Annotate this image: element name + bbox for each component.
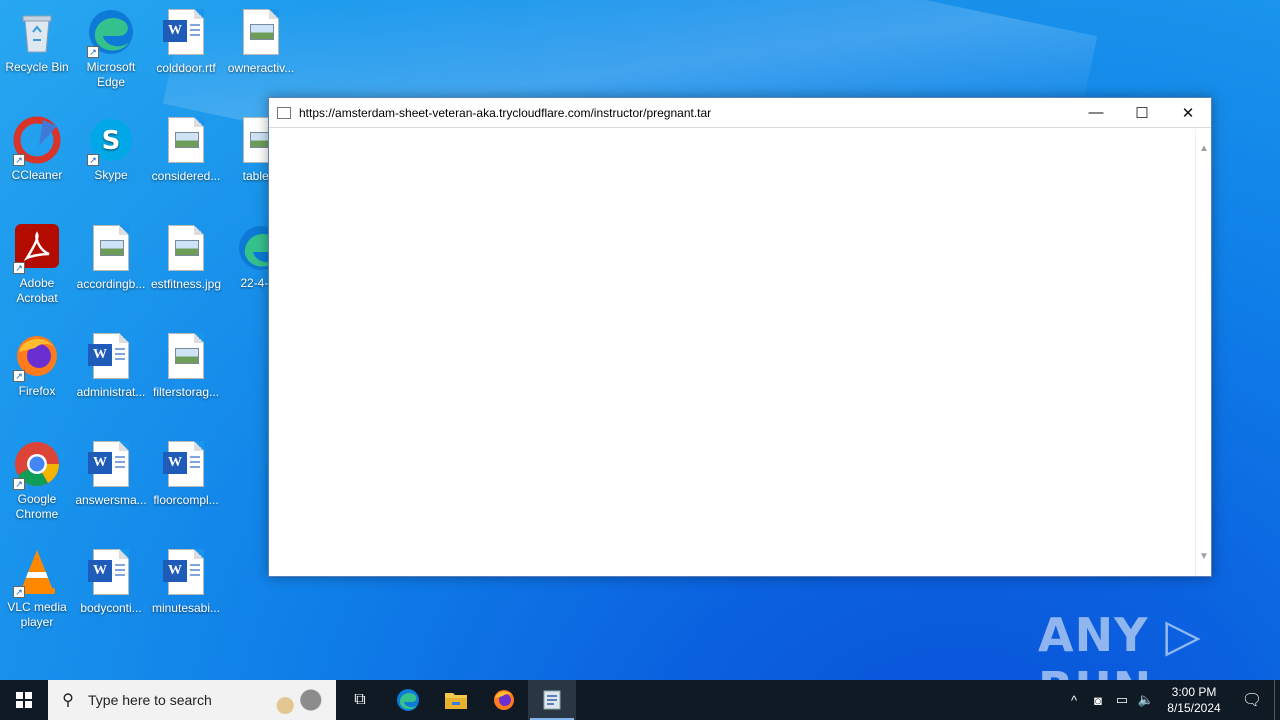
taskbar-active-window[interactable] <box>528 680 576 720</box>
word-doc-icon: W <box>87 549 135 597</box>
shortcut-arrow-icon: ↗ <box>13 154 25 166</box>
desktop-icon-adobe-acrobat[interactable]: ↗ Adobe Acrobat <box>0 224 74 306</box>
desktop-icon-considered[interactable]: considered... <box>149 116 223 184</box>
desktop-icon-colddoor[interactable]: W colddoor.rtf <box>149 8 223 76</box>
windows-logo-icon <box>16 692 32 708</box>
desktop-icon-ccleaner[interactable]: ↗ CCleaner <box>0 116 74 183</box>
minimize-button[interactable]: — <box>1073 98 1119 128</box>
shortcut-arrow-icon: ↗ <box>13 262 25 274</box>
image-file-icon <box>162 225 210 273</box>
shortcut-arrow-icon: ↗ <box>13 586 25 598</box>
taskbar: ⚲ Type here to search ⧉ ^ ◙ ▭ 🔈 3:00 PM … <box>0 680 1280 720</box>
desktop-icon-vlc[interactable]: ↗ VLC media player <box>0 548 74 630</box>
search-highlight-image <box>266 686 330 714</box>
volume-icon[interactable]: 🔈 <box>1134 692 1158 708</box>
window-titlebar[interactable]: https://amsterdam-sheet-veteran-aka.tryc… <box>269 98 1211 128</box>
folder-icon <box>445 693 467 709</box>
image-file-icon <box>237 9 285 57</box>
desktop-icon-accordingb[interactable]: accordingb... <box>74 224 148 292</box>
svg-text:S: S <box>102 126 121 156</box>
desktop-icon-microsoft-edge[interactable]: ↗ Microsoft Edge <box>74 8 148 90</box>
image-file-icon <box>87 225 135 273</box>
acrobat-icon: ↗ <box>13 224 61 274</box>
taskbar-edge[interactable] <box>384 680 432 720</box>
skype-icon: S ↗ <box>87 116 135 166</box>
taskbar-file-explorer[interactable] <box>432 680 480 720</box>
close-button[interactable]: ✕ <box>1165 98 1211 128</box>
image-file-icon <box>162 333 210 381</box>
firefox-icon <box>494 690 514 710</box>
task-view-icon: ⧉ <box>354 691 366 708</box>
desktop-icon-recycle-bin[interactable]: Recycle Bin <box>0 8 74 75</box>
clock[interactable]: 3:00 PM 8/15/2024 <box>1158 684 1230 716</box>
word-doc-icon: W <box>162 549 210 597</box>
window-content <box>269 129 1195 576</box>
camera-icon[interactable]: ◙ <box>1086 693 1110 708</box>
desktop-icon-google-chrome[interactable]: ↗ Google Chrome <box>0 440 74 522</box>
scroll-down-icon[interactable]: ▼ <box>1196 551 1212 562</box>
taskbar-firefox[interactable] <box>480 680 528 720</box>
shortcut-arrow-icon: ↗ <box>13 370 25 382</box>
maximize-button[interactable]: ☐ <box>1119 98 1165 128</box>
network-icon[interactable]: ▭ <box>1110 692 1134 708</box>
document-window-icon <box>543 690 561 710</box>
desktop-icon-filterstorag[interactable]: filterstorag... <box>149 332 223 400</box>
image-file-icon <box>162 117 210 165</box>
edge-icon: ↗ <box>87 8 135 58</box>
desktop-icon-bodyconti[interactable]: W bodyconti... <box>74 548 148 616</box>
system-tray: ^ ◙ ▭ 🔈 3:00 PM 8/15/2024 🗨 <box>1062 680 1280 720</box>
word-doc-icon: W <box>162 441 210 489</box>
browser-popup-window[interactable]: https://amsterdam-sheet-veteran-aka.tryc… <box>268 97 1212 577</box>
desktop-icon-owneractiv[interactable]: owneractiv... <box>224 8 298 76</box>
clock-date: 8/15/2024 <box>1167 701 1221 715</box>
task-view-button[interactable]: ⧉ <box>336 680 384 720</box>
shortcut-arrow-icon: ↗ <box>87 154 99 166</box>
clock-time: 3:00 PM <box>1171 685 1217 699</box>
shortcut-arrow-icon: ↗ <box>87 46 99 58</box>
edge-icon <box>397 689 419 711</box>
search-icon: ⚲ <box>62 692 74 709</box>
ccleaner-icon: ↗ <box>13 116 61 166</box>
start-button[interactable] <box>0 680 48 720</box>
vlc-icon: ↗ <box>13 548 61 598</box>
chrome-icon: ↗ <box>13 440 61 490</box>
vertical-scrollbar[interactable]: ▲ ▼ <box>1195 129 1211 576</box>
window-title: https://amsterdam-sheet-veteran-aka.tryc… <box>299 105 712 120</box>
word-doc-icon: W <box>162 9 210 57</box>
desktop-icon-firefox[interactable]: ↗ Firefox <box>0 332 74 399</box>
search-placeholder: Type here to search <box>88 692 212 708</box>
page-icon <box>277 106 291 119</box>
word-doc-icon: W <box>87 333 135 381</box>
notification-icon[interactable]: 🗨 <box>1230 690 1274 710</box>
chevron-up-icon[interactable]: ^ <box>1062 693 1086 708</box>
search-box[interactable]: ⚲ Type here to search <box>48 680 336 720</box>
desktop-icon-minutesabi[interactable]: W minutesabi... <box>149 548 223 616</box>
firefox-icon: ↗ <box>13 332 61 382</box>
desktop-icon-floorcompl[interactable]: W floorcompl... <box>149 440 223 508</box>
show-desktop-button[interactable] <box>1274 680 1280 720</box>
desktop-icon-answersma[interactable]: W answersma... <box>74 440 148 508</box>
desktop-icon-skype[interactable]: S ↗ Skype <box>74 116 148 183</box>
desktop-icon-administrat[interactable]: W administrat... <box>74 332 148 400</box>
desktop-icon-estfitness[interactable]: estfitness.jpg <box>149 224 223 292</box>
shortcut-arrow-icon: ↗ <box>13 478 25 490</box>
word-doc-icon: W <box>87 441 135 489</box>
recycle-bin-icon <box>13 8 61 56</box>
scroll-up-icon[interactable]: ▲ <box>1196 143 1212 154</box>
